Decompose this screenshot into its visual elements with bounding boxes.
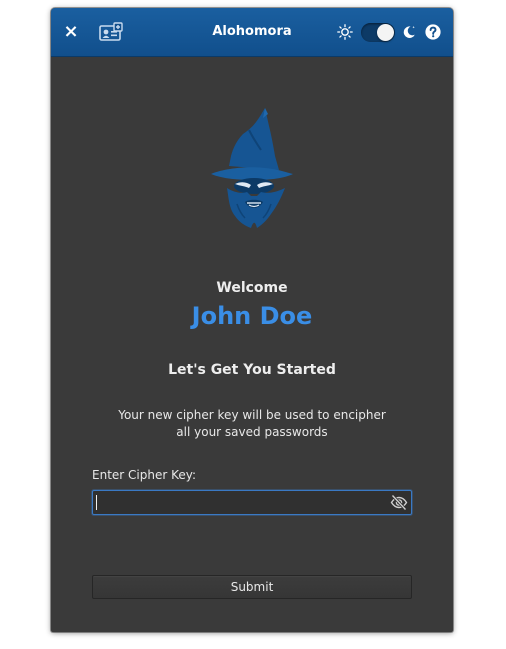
contact-card-icon xyxy=(99,22,123,41)
cipher-key-input[interactable] xyxy=(93,491,381,514)
sun-icon xyxy=(337,24,353,40)
close-button[interactable]: × xyxy=(61,22,81,42)
contact-card-button[interactable] xyxy=(99,22,123,42)
theme-toggle[interactable] xyxy=(361,23,395,42)
toggle-knob xyxy=(377,24,394,41)
header-bar: × Alohomora xyxy=(51,8,453,57)
eye-slash-icon xyxy=(390,494,408,511)
description: Your new cipher key will be used to enci… xyxy=(51,407,453,441)
description-line: all your saved passwords xyxy=(176,425,328,439)
moon-icon xyxy=(403,26,415,39)
description-line: Your new cipher key will be used to enci… xyxy=(118,408,386,422)
submit-button[interactable]: Submit xyxy=(92,575,412,599)
toggle-visibility-button[interactable] xyxy=(390,494,408,511)
help-icon xyxy=(425,24,441,40)
getting-started-heading: Let's Get You Started xyxy=(168,362,336,378)
help-button[interactable] xyxy=(425,24,441,40)
app-window: × Alohomora Welcome John Doe Let's Get Y… xyxy=(51,8,453,632)
user-name: John Doe xyxy=(191,302,313,330)
close-icon: × xyxy=(63,21,79,42)
wizard-logo xyxy=(211,108,293,228)
cipher-key-label: Enter Cipher Key: xyxy=(92,468,197,482)
cipher-key-field xyxy=(92,490,412,515)
welcome-heading: Welcome xyxy=(216,280,288,296)
text-caret xyxy=(96,495,97,510)
